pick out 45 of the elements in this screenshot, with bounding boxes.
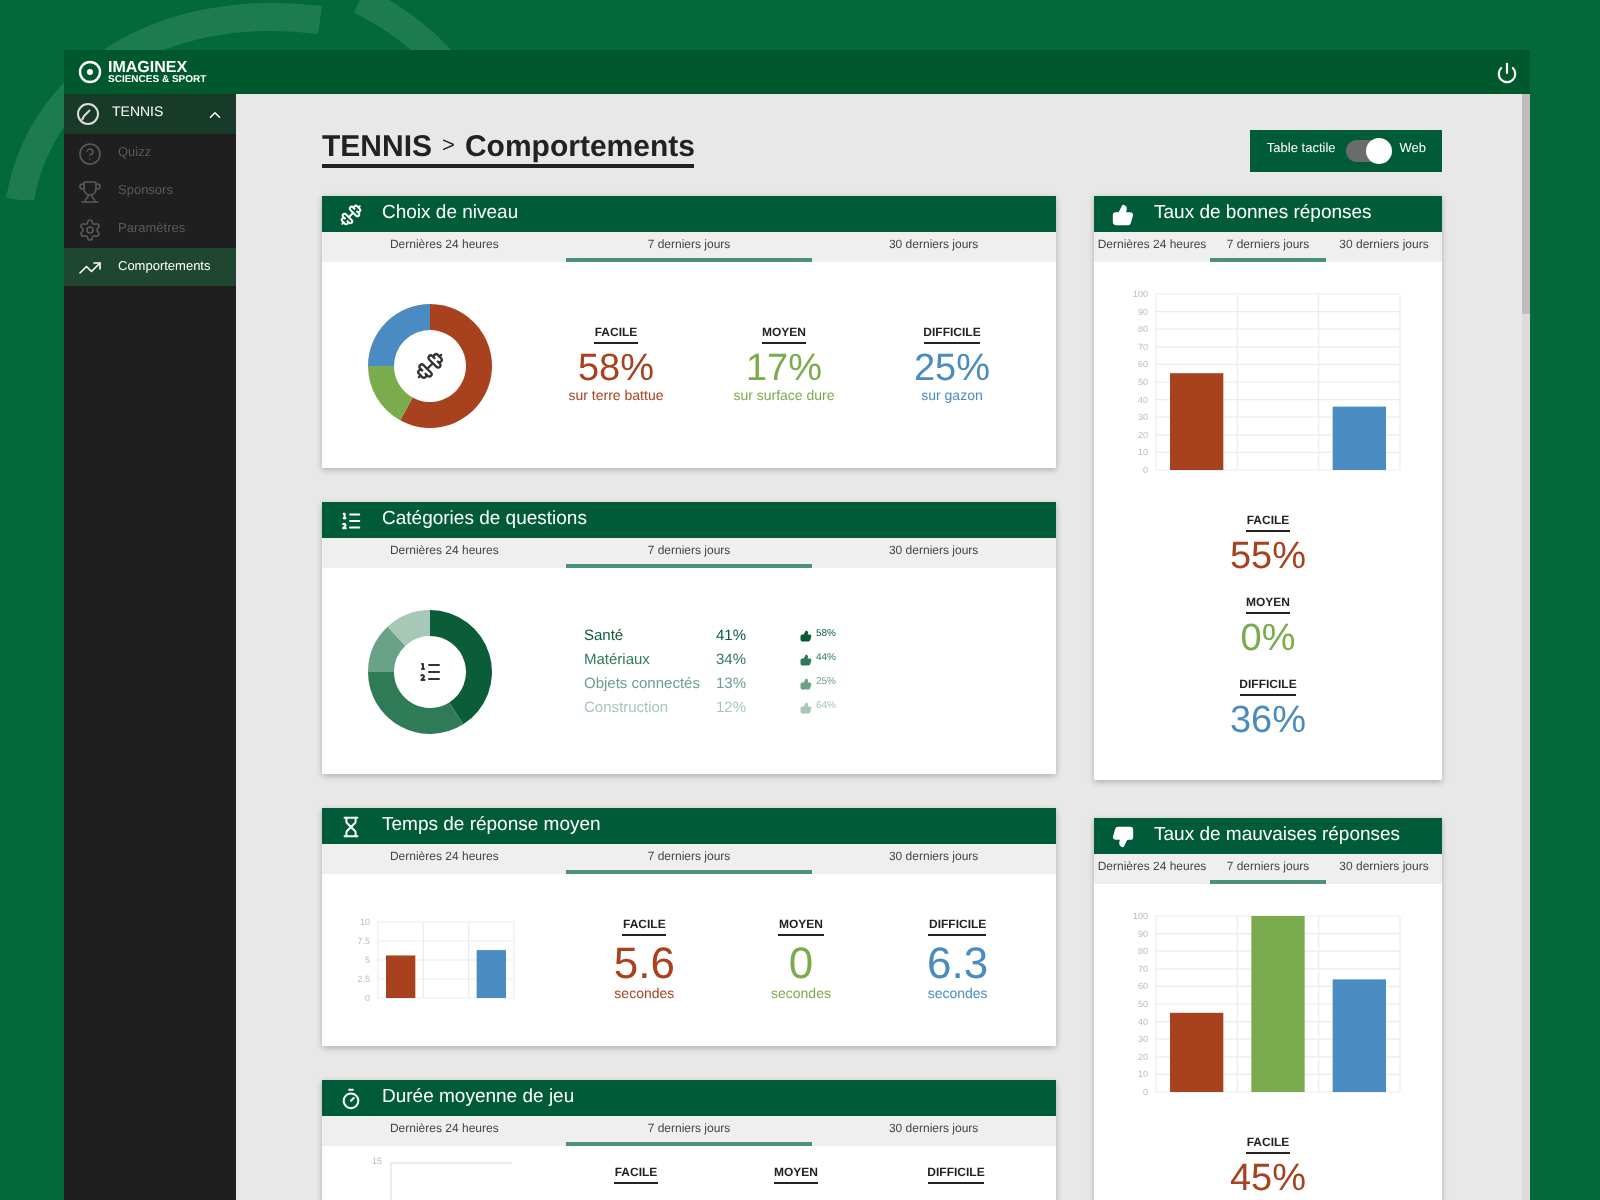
- chart-bar: [1170, 373, 1224, 470]
- chart-bar: [1170, 1012, 1224, 1092]
- level-value: 17%: [745, 349, 823, 387]
- trophy-icon: [78, 179, 102, 203]
- level-value: 45%: [1229, 1160, 1307, 1198]
- breadcrumb-section: TENNIS: [322, 132, 433, 162]
- level-value: 5.6: [613, 941, 675, 985]
- level-value: 36%: [1229, 702, 1307, 740]
- breadcrumb-separator: >: [442, 136, 455, 158]
- level-value: 55%: [1229, 538, 1307, 576]
- level-value: 0%: [1240, 620, 1296, 658]
- level-value: 58%: [577, 349, 655, 387]
- card-title: Taux de bonnes réponses: [1154, 204, 1372, 224]
- breadcrumb-page: Comportements: [464, 132, 695, 162]
- card-title: Temps de réponse moyen: [382, 816, 601, 836]
- level-value: 6.3: [927, 941, 989, 985]
- level-value: 25%: [913, 349, 991, 387]
- card-title: Durée moyenne de jeu: [382, 1088, 575, 1108]
- dumbbell-icon: [416, 351, 444, 379]
- racket-icon: [76, 102, 100, 126]
- thumbs-down-icon: [1112, 825, 1134, 847]
- list-icon: [418, 659, 442, 683]
- power-button[interactable]: [1496, 61, 1518, 83]
- logo-icon: [76, 58, 104, 86]
- card-title: Taux de mauvaises réponses: [1154, 826, 1401, 846]
- chart-bar: [476, 950, 506, 998]
- card-title: Choix de niveau: [382, 204, 519, 224]
- level-value: 0: [788, 941, 814, 985]
- mode-switch[interactable]: [1345, 139, 1390, 161]
- dumbbell-icon: [340, 203, 362, 225]
- settings-icon: [78, 217, 102, 241]
- thumbs-up-icon: [800, 677, 812, 689]
- hourglass-icon: [340, 815, 362, 837]
- thumbs-up-icon: [800, 629, 812, 641]
- thumbs-up-icon: [800, 701, 812, 713]
- card-title: Catégories de questions: [382, 510, 587, 530]
- stopwatch-icon: [340, 1087, 362, 1109]
- logo-name: IMAGINEX: [108, 59, 190, 75]
- list-icon: [340, 509, 362, 531]
- thumbs-up-icon: [800, 653, 812, 665]
- chart-bar: [1332, 979, 1386, 1092]
- chart-bar: [1332, 406, 1386, 470]
- thumbs-up-icon: [1112, 203, 1134, 225]
- chart-bar: [386, 955, 416, 998]
- question-icon: [78, 141, 102, 165]
